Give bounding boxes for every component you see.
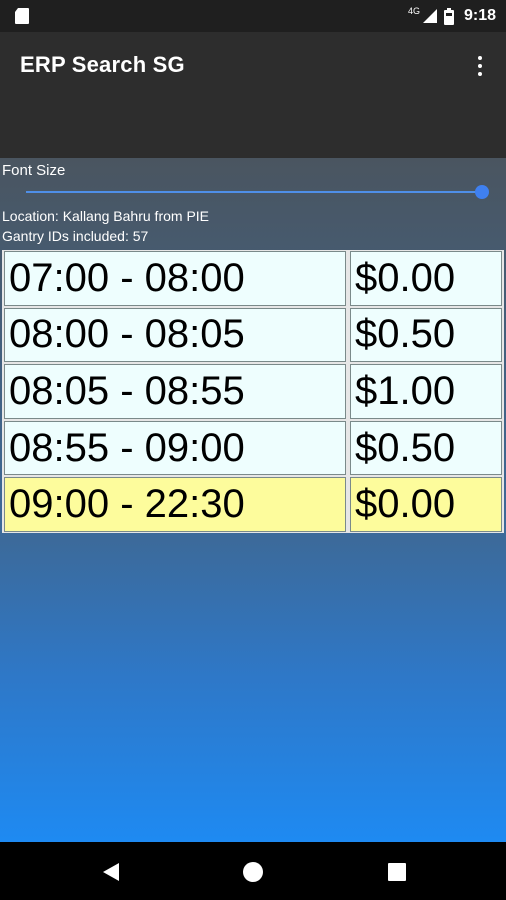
rate-row: 07:00 - 08:00 $0.00 <box>2 250 504 307</box>
app-title: ERP Search SG <box>20 52 185 77</box>
navigation-bar <box>0 842 506 900</box>
price-cell: $0.50 <box>350 307 502 363</box>
app-bar: ERP Search SG <box>0 32 506 158</box>
battery-icon <box>443 7 454 25</box>
font-size-slider-track[interactable] <box>26 191 482 193</box>
recents-icon[interactable] <box>386 861 408 883</box>
time-range-cell: 09:00 - 22:30 <box>4 477 346 532</box>
overflow-menu-icon[interactable] <box>468 52 492 80</box>
status-bar: 4G 9:18 <box>0 0 506 32</box>
status-icons: 4G 9:18 <box>408 6 496 26</box>
main-content: Font Size Location: Kallang Bahru from P… <box>0 158 506 842</box>
price-cell: $0.00 <box>350 251 502 306</box>
sd-card-icon <box>15 8 29 24</box>
rate-table: 07:00 - 08:00 $0.00 08:00 - 08:05 $0.50 08:0… <box>2 250 504 533</box>
time-range-cell: 08:05 - 08:55 <box>4 364 346 419</box>
rate-row: 08:05 - 08:55 $1.00 <box>2 363 504 420</box>
rate-row: 08:55 - 09:00 $0.50 <box>2 420 504 477</box>
location-text: Location: Kallang Bahru from PIE <box>2 208 210 224</box>
price-cell: $0.50 <box>350 420 502 476</box>
price-cell: $1.00 <box>350 364 502 419</box>
time-range-cell: 07:00 - 08:00 <box>4 251 346 306</box>
gantry-ids-text: Gantry IDs included: 57 <box>2 228 149 244</box>
clock: 9:18 <box>463 7 496 24</box>
font-size-slider-thumb[interactable] <box>475 185 489 199</box>
time-range-cell: 08:55 - 09:00 <box>4 420 346 476</box>
signal-icon <box>422 9 437 23</box>
price-cell: $0.00 <box>350 477 502 532</box>
network-type: 4G <box>407 6 420 16</box>
rate-row: 08:00 - 08:05 $0.50 <box>2 307 504 364</box>
rate-row-current: 09:00 - 22:30 $0.00 <box>2 476 504 533</box>
time-range-cell: 08:00 - 08:05 <box>4 307 346 363</box>
home-icon[interactable] <box>242 861 264 883</box>
back-icon[interactable] <box>100 861 122 883</box>
font-size-label: Font Size <box>2 162 66 179</box>
